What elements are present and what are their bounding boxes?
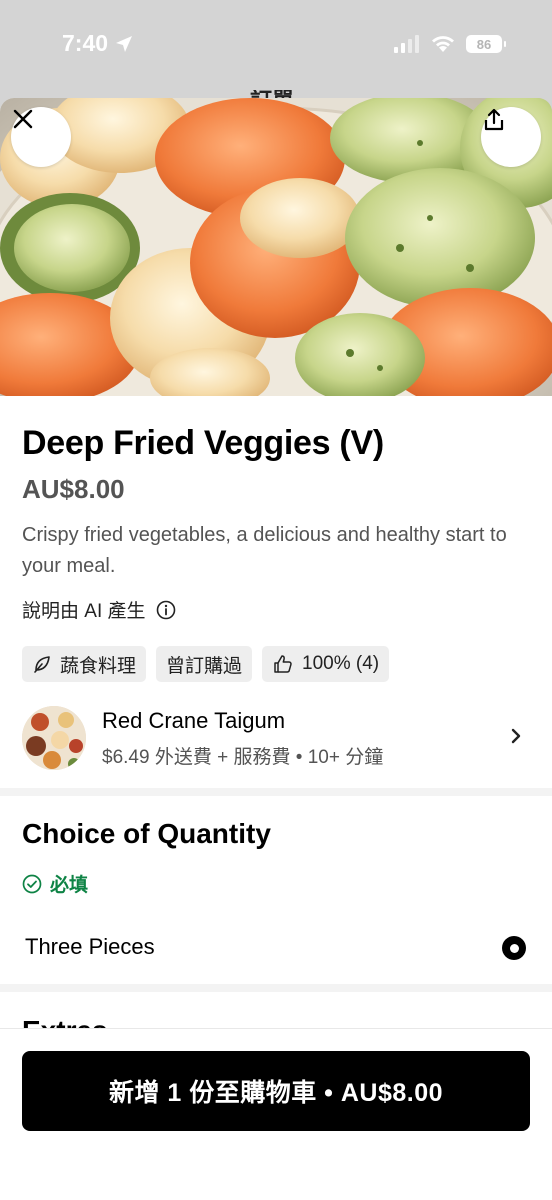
tag-ordered-before: 曾訂購過 bbox=[156, 646, 253, 682]
status-indicators: 86 bbox=[394, 34, 506, 54]
share-button[interactable] bbox=[481, 107, 541, 167]
restaurant-delivery-info: $6.49 外送費 + 服務費 • 10+ 分鐘 bbox=[102, 747, 384, 768]
required-label: 必填 bbox=[50, 875, 89, 896]
check-circle-icon bbox=[22, 874, 42, 893]
option-section-title: Choice of Quantity bbox=[22, 818, 271, 849]
item-photo bbox=[0, 98, 552, 396]
item-price: AU$8.00 bbox=[22, 474, 125, 504]
item-title: Deep Fried Veggies (V) bbox=[22, 424, 384, 462]
tag-vegetarian: 蔬食料理 bbox=[22, 646, 147, 682]
ai-note-text: 說明由 AI 產生 bbox=[22, 601, 146, 622]
restaurant-row[interactable]: Red Crane Taigum $6.49 外送費 + 服務費 • 10+ 分… bbox=[0, 696, 552, 784]
share-icon bbox=[484, 108, 504, 131]
next-section-title: Extras bbox=[22, 1016, 108, 1028]
battery-level: 86 bbox=[476, 36, 492, 52]
close-button[interactable] bbox=[11, 107, 71, 167]
required-badge: 必填 bbox=[22, 870, 88, 897]
chevron-right-icon bbox=[511, 728, 521, 744]
restaurant-logo bbox=[22, 706, 86, 770]
section-divider bbox=[0, 984, 552, 992]
leaf-icon bbox=[34, 656, 50, 673]
thumbs-up-icon bbox=[274, 655, 292, 673]
radio-selected[interactable] bbox=[502, 936, 526, 960]
close-icon bbox=[13, 109, 33, 129]
battery-icon: 86 bbox=[466, 35, 506, 53]
fried-veggies-illustration bbox=[0, 98, 552, 396]
add-to-cart-button[interactable]: 新增 1 份至購物車 • AU$8.00 bbox=[22, 1051, 530, 1131]
info-icon[interactable] bbox=[156, 600, 176, 620]
item-detail-sheet: Deep Fried Veggies (V) AU$8.00 Crispy fr… bbox=[0, 98, 552, 1200]
option-three-pieces[interactable]: Three Pieces bbox=[0, 916, 552, 982]
wifi-icon bbox=[432, 36, 454, 52]
tag-label: 蔬食料理 bbox=[60, 655, 137, 677]
item-tags: 蔬食料理 曾訂購過 100% (4) bbox=[22, 646, 390, 682]
tag-label: 曾訂購過 bbox=[166, 655, 243, 677]
section-divider bbox=[0, 788, 552, 796]
restaurant-food-thumbnail bbox=[22, 706, 86, 770]
location-arrow-icon bbox=[116, 35, 133, 52]
tag-label: 100% (4) bbox=[302, 653, 380, 674]
item-description: Crispy fried vegetables, a delicious and… bbox=[22, 524, 507, 577]
signal-icon bbox=[394, 35, 419, 53]
cart-footer: 新增 1 份至購物車 • AU$8.00 bbox=[0, 1028, 552, 1200]
status-bar: 7:40 86 bbox=[0, 0, 552, 92]
ai-generated-note: 說明由 AI 產生 bbox=[22, 596, 176, 623]
add-to-cart-label: 新增 1 份至購物車 • AU$8.00 bbox=[108, 1079, 444, 1107]
restaurant-name: Red Crane Taigum bbox=[102, 708, 286, 733]
status-time-text: 7:40 bbox=[62, 30, 109, 56]
tag-rating: 100% (4) bbox=[262, 646, 390, 682]
status-time: 7:40 bbox=[62, 30, 134, 57]
option-label: Three Pieces bbox=[25, 934, 155, 959]
